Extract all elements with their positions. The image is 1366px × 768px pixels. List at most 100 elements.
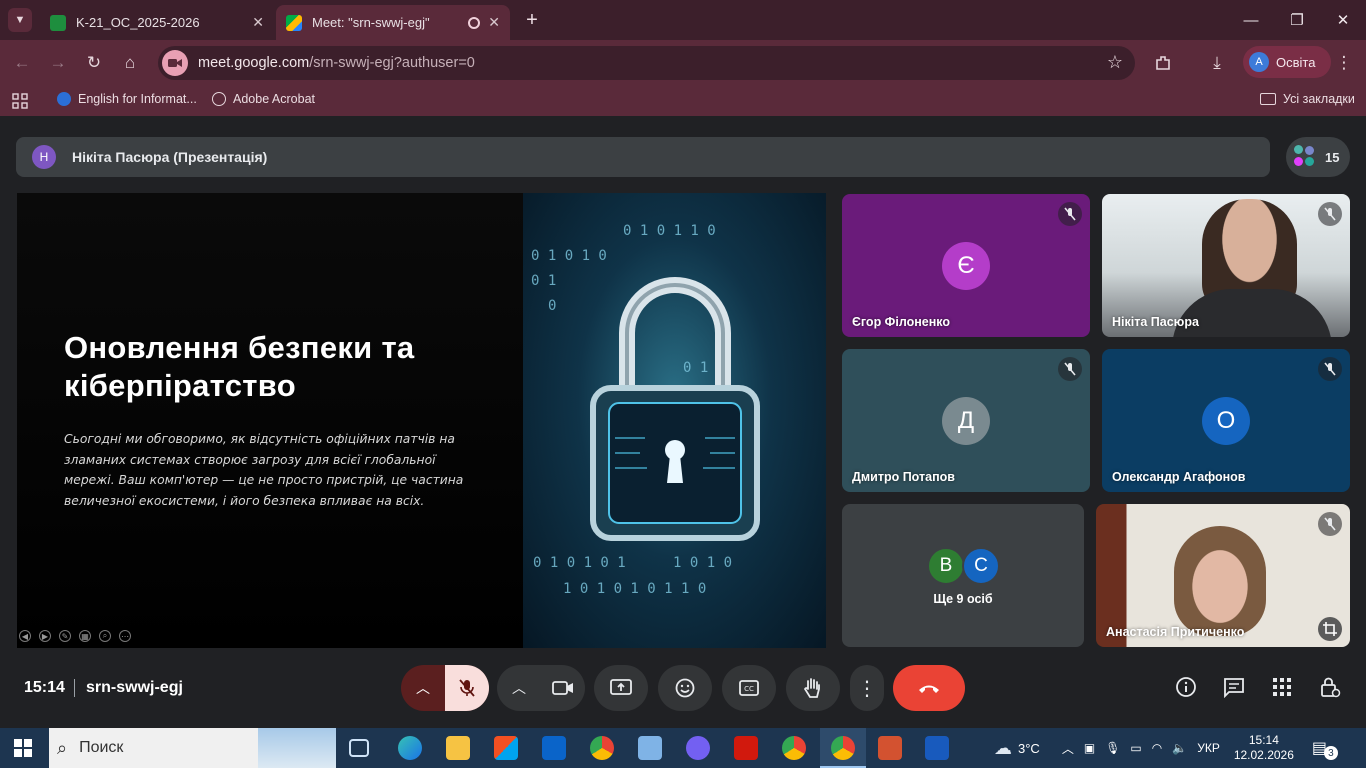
taskbar-search[interactable]: ⌕ Поиск — [49, 728, 336, 768]
new-tab-button[interactable]: + — [520, 8, 544, 32]
activities-icon[interactable] — [1270, 675, 1294, 699]
browser-tab-bar: ▼ K-21_ОС_2025-2026 ✕ Meet: "srn-swwj-eg… — [0, 0, 1366, 40]
participant-tile[interactable]: Д Дмитро Потапов — [842, 349, 1090, 492]
participant-name: Анастасія Притиченко — [1106, 625, 1245, 639]
home-icon[interactable]: ⌂ — [118, 51, 142, 75]
camera-toggle-button[interactable] — [541, 665, 585, 711]
battery-icon[interactable]: ▭ — [1130, 741, 1141, 755]
chrome-active-icon[interactable] — [831, 736, 855, 760]
meeting-details-icon[interactable] — [1174, 675, 1198, 699]
download-icon[interactable]: ⤓ — [1205, 51, 1229, 75]
language-indicator[interactable]: УКР — [1197, 741, 1220, 755]
profile-button[interactable]: A Освіта — [1243, 46, 1331, 78]
bookmark-english[interactable]: English for Informat... — [57, 92, 197, 106]
task-view-icon[interactable] — [349, 739, 369, 757]
acrobat-icon[interactable] — [734, 736, 758, 760]
folder-icon — [1260, 93, 1276, 105]
chrome-icon[interactable] — [590, 736, 614, 760]
forward-icon[interactable]: → — [46, 51, 70, 75]
mic-off-icon — [1058, 202, 1082, 226]
outlook-icon[interactable] — [542, 736, 566, 760]
chevron-up-icon[interactable]: ︿ — [1062, 740, 1074, 757]
participant-tile[interactable]: Анастасія Притиченко — [1096, 504, 1350, 647]
store-icon[interactable] — [494, 736, 518, 760]
participant-name: Єгор Філоненко — [852, 315, 951, 329]
chrome-profile-icon[interactable] — [782, 736, 806, 760]
camera-site-icon[interactable] — [162, 50, 188, 76]
crop-icon[interactable] — [1318, 617, 1342, 641]
notifications-button[interactable]: ▤ 3 — [1312, 738, 1338, 760]
meet-tray-icon[interactable]: ▣ — [1084, 741, 1095, 755]
extensions-icon[interactable] — [1151, 51, 1175, 75]
close-icon[interactable]: ✕ — [488, 14, 500, 31]
tray-time: 15:14 — [1248, 733, 1279, 747]
back-icon[interactable]: ← — [10, 51, 34, 75]
tray-date: 12.02.2026 — [1233, 748, 1294, 762]
star-icon[interactable]: ☆ — [1107, 52, 1123, 73]
edge-icon[interactable] — [398, 736, 422, 760]
recording-icon — [468, 16, 481, 29]
tab-search-button[interactable]: ▼ — [8, 8, 32, 32]
more-participants-tile[interactable]: В С Ще 9 осіб — [842, 504, 1084, 647]
wifi-icon[interactable]: ◠ — [1152, 741, 1162, 755]
file-explorer-icon[interactable] — [446, 736, 470, 760]
start-button[interactable] — [14, 739, 32, 757]
padlock-image: 0 1 0 1 0 0 1 0 0 1 0 1 1 0 0 1 0 0 1 0 … — [523, 193, 826, 648]
tab-meet[interactable]: Meet: "srn-swwj-egj" ✕ — [276, 5, 510, 40]
word-icon[interactable] — [925, 736, 949, 760]
close-window-button[interactable]: ✕ — [1320, 0, 1366, 40]
system-tray: ☁ 3°C ︿ ▣ 🎙 ▭ ◠ 🔈 УКР 15:14 12.02.2026 ▤… — [994, 728, 1338, 768]
clock[interactable]: 15:14 12.02.2026 — [1234, 733, 1294, 763]
reload-icon[interactable]: ↻ — [82, 51, 106, 75]
presentation-slide: Оновлення безпеки та кіберпіратство Сьог… — [17, 193, 826, 648]
powerpoint-icon[interactable] — [878, 736, 902, 760]
participant-video — [1174, 526, 1266, 636]
bookmark-adobe[interactable]: Adobe Acrobat — [212, 92, 315, 106]
reactions-button[interactable] — [658, 665, 712, 711]
captions-button[interactable]: CC — [722, 665, 776, 711]
slides-icon[interactable]: ▦ — [79, 630, 91, 642]
next-slide-icon[interactable]: ▶ — [39, 630, 51, 642]
bookmark-label: English for Informat... — [78, 92, 197, 106]
minimize-button[interactable]: — — [1228, 0, 1274, 40]
mic-toggle-button[interactable] — [445, 665, 489, 711]
zoom-icon[interactable]: ⌕ — [99, 630, 111, 642]
previous-slide-icon[interactable]: ◀ — [19, 630, 31, 642]
participant-avatar: Є — [942, 241, 990, 290]
weather-temp[interactable]: 3°C — [1018, 741, 1040, 756]
participant-name: Нікіта Пасюра — [1112, 315, 1199, 329]
people-count-button[interactable]: 15 — [1286, 137, 1350, 177]
pen-icon[interactable]: ✎ — [59, 630, 71, 642]
paint-icon[interactable] — [638, 736, 662, 760]
present-screen-icon — [610, 679, 632, 695]
participant-tile[interactable]: Нікіта Пасюра — [1102, 194, 1350, 337]
mic-icon[interactable]: 🎙 — [1105, 741, 1120, 755]
apps-grid-icon[interactable] — [12, 93, 28, 109]
leave-call-button[interactable] — [893, 665, 965, 711]
chevron-up-icon: ︿ — [416, 680, 430, 696]
search-placeholder: Поиск — [79, 739, 124, 756]
restore-button[interactable]: ❐ — [1274, 0, 1320, 40]
participant-tile[interactable]: О Олександр Агафонов — [1102, 349, 1350, 492]
present-button[interactable] — [594, 665, 648, 711]
raise-hand-button[interactable] — [786, 665, 840, 711]
audio-options-button[interactable]: ︿ — [401, 665, 445, 711]
bookmark-label: Adobe Acrobat — [233, 92, 316, 106]
volume-icon[interactable]: 🔈 — [1172, 741, 1187, 755]
participant-avatar: О — [1202, 396, 1250, 445]
host-controls-icon[interactable] — [1318, 675, 1342, 699]
more-menu-icon[interactable]: ⋮ — [1332, 51, 1356, 75]
tab-classroom[interactable]: K-21_ОС_2025-2026 ✕ — [40, 5, 274, 40]
presenter-label: Нікіта Пасюра (Презентація) — [72, 149, 268, 165]
video-options-button[interactable]: ︿ — [497, 665, 541, 711]
address-bar[interactable]: meet.google.com/srn-swwj-egj?authuser=0 … — [158, 46, 1135, 80]
mic-off-icon — [1318, 357, 1342, 381]
all-bookmarks[interactable]: Усі закладки — [1260, 92, 1355, 106]
more-icon[interactable]: ⋯ — [119, 630, 131, 642]
chat-icon[interactable] — [1222, 675, 1246, 699]
viber-icon[interactable] — [686, 736, 710, 760]
more-options-button[interactable]: ⋮ — [850, 665, 884, 711]
chevron-down-icon: ▼ — [14, 14, 26, 26]
participant-tile[interactable]: Є Єгор Філоненко — [842, 194, 1090, 337]
close-icon[interactable]: ✕ — [252, 14, 264, 31]
